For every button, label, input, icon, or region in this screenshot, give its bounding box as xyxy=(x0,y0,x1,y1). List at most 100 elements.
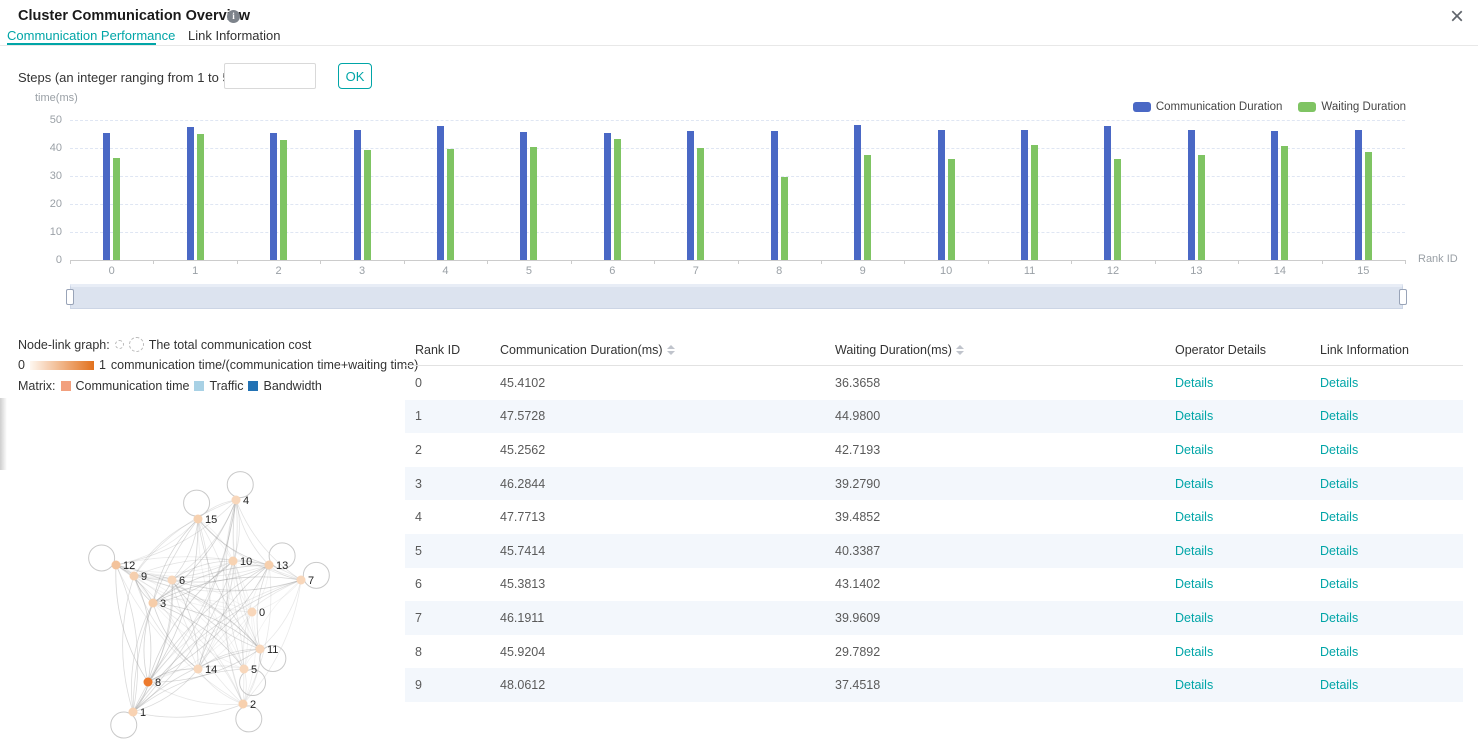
info-icon[interactable]: i xyxy=(227,10,240,23)
graph-node-3[interactable] xyxy=(149,599,158,608)
cell-rank-id: 8 xyxy=(405,645,500,659)
cell-operator-details: Details xyxy=(1175,376,1320,390)
column-header-rank-id: Rank ID xyxy=(405,343,500,357)
graph-node-0[interactable] xyxy=(248,608,257,617)
graph-node-13[interactable] xyxy=(265,561,274,570)
graph-edge xyxy=(243,565,269,669)
datazoom-handle-right[interactable] xyxy=(1399,289,1407,305)
datazoom-handle-left[interactable] xyxy=(66,289,74,305)
graph-node-1[interactable] xyxy=(129,708,138,717)
cell-link-information: Details xyxy=(1320,544,1463,558)
operator-details-link[interactable]: Details xyxy=(1175,645,1213,659)
graph-node-2[interactable] xyxy=(239,700,248,709)
x-tick-label: 1 xyxy=(175,265,215,277)
operator-details-link[interactable]: Details xyxy=(1175,611,1213,625)
matrix-label-communication-time: Communication time xyxy=(76,379,190,393)
table-row-rank-0: 045.410236.3658DetailsDetails xyxy=(405,366,1463,400)
graph-node-9[interactable] xyxy=(130,572,139,581)
bar-communication-duration-rank-11 xyxy=(1021,130,1028,260)
graph-node-15[interactable] xyxy=(194,515,203,524)
steps-input[interactable] xyxy=(224,63,316,89)
operator-details-link[interactable]: Details xyxy=(1175,678,1213,692)
operator-details-link[interactable]: Details xyxy=(1175,409,1213,423)
node-link-graph: 0123456789101112131415 xyxy=(50,452,360,740)
graph-node-6[interactable] xyxy=(168,576,177,585)
legend-item-waiting-duration[interactable]: Waiting Duration xyxy=(1298,101,1406,113)
total-communication-cost-label: The total communication cost xyxy=(149,338,312,352)
link-information-link[interactable]: Details xyxy=(1320,477,1358,491)
graph-node-12[interactable] xyxy=(112,561,121,570)
cell-communication-duration: 45.9204 xyxy=(500,645,835,659)
bar-waiting-duration-rank-13 xyxy=(1198,155,1205,260)
link-information-link[interactable]: Details xyxy=(1320,510,1358,524)
y-tick-label: 10 xyxy=(36,226,62,238)
column-header-communication-duration[interactable]: Communication Duration(ms) xyxy=(500,343,835,357)
graph-node-11[interactable] xyxy=(256,645,265,654)
bar-communication-duration-rank-7 xyxy=(687,131,694,260)
sort-icon[interactable] xyxy=(667,345,675,355)
datazoom-slider[interactable] xyxy=(70,284,1403,309)
cell-rank-id: 4 xyxy=(405,510,500,524)
operator-details-link[interactable]: Details xyxy=(1175,376,1213,390)
x-tick-mark xyxy=(1405,260,1406,264)
graph-node-label-9: 9 xyxy=(141,571,147,583)
graph-node-7[interactable] xyxy=(297,576,306,585)
sort-icon[interactable] xyxy=(956,345,964,355)
node-link-graph-legend: Node-link graph: The total communication… xyxy=(18,337,311,352)
cell-waiting-duration: 39.2790 xyxy=(835,477,1175,491)
close-icon[interactable]: × xyxy=(1450,6,1464,28)
graph-node-10[interactable] xyxy=(229,557,238,566)
link-information-link[interactable]: Details xyxy=(1320,678,1358,692)
graph-node-4[interactable] xyxy=(232,496,241,505)
x-tick-label: 0 xyxy=(92,265,132,277)
x-tick-label: 2 xyxy=(259,265,299,277)
operator-details-link[interactable]: Details xyxy=(1175,443,1213,457)
cell-waiting-duration: 42.7193 xyxy=(835,443,1175,457)
tab-link-information[interactable]: Link Information xyxy=(188,28,281,43)
cell-rank-id: 1 xyxy=(405,409,500,423)
bar-waiting-duration-rank-6 xyxy=(614,139,621,260)
legend-item-communication-duration[interactable]: Communication Duration xyxy=(1133,101,1283,113)
operator-details-link[interactable]: Details xyxy=(1175,477,1213,491)
cell-waiting-duration: 39.4852 xyxy=(835,510,1175,524)
graph-node-label-10: 10 xyxy=(240,556,252,568)
link-information-link[interactable]: Details xyxy=(1320,611,1358,625)
cell-communication-duration: 47.7713 xyxy=(500,510,835,524)
gradient-max-label: 1 xyxy=(99,358,106,372)
link-information-link[interactable]: Details xyxy=(1320,577,1358,591)
bar-communication-duration-rank-10 xyxy=(938,130,945,260)
cell-waiting-duration: 39.9609 xyxy=(835,611,1175,625)
matrix-swatch-bandwidth xyxy=(248,381,258,391)
matrix-legend: Matrix: Communication timeTrafficBandwid… xyxy=(18,379,322,393)
cell-waiting-duration: 40.3387 xyxy=(835,544,1175,558)
cell-link-information: Details xyxy=(1320,376,1463,390)
graph-node-8[interactable] xyxy=(144,678,153,687)
legend-swatch xyxy=(1298,102,1316,112)
cell-operator-details: Details xyxy=(1175,544,1320,558)
y-tick-label: 50 xyxy=(36,114,62,126)
rank-table: Rank ID Communication Duration(ms) Waiti… xyxy=(405,335,1463,702)
operator-details-link[interactable]: Details xyxy=(1175,510,1213,524)
bar-communication-duration-rank-13 xyxy=(1188,130,1195,260)
link-information-link[interactable]: Details xyxy=(1320,544,1358,558)
graph-node-14[interactable] xyxy=(194,665,203,674)
link-information-link[interactable]: Details xyxy=(1320,645,1358,659)
ok-button[interactable]: OK xyxy=(338,63,372,89)
bar-waiting-duration-rank-11 xyxy=(1031,145,1038,260)
cell-communication-duration: 47.5728 xyxy=(500,409,835,423)
column-header-waiting-duration[interactable]: Waiting Duration(ms) xyxy=(835,343,1175,357)
cell-waiting-duration: 43.1402 xyxy=(835,577,1175,591)
graph-node-label-1: 1 xyxy=(140,707,146,719)
gradient-bar xyxy=(30,361,94,370)
cell-waiting-duration: 44.9800 xyxy=(835,409,1175,423)
tab-communication-performance[interactable]: Communication Performance xyxy=(7,28,175,43)
graph-node-5[interactable] xyxy=(240,665,249,674)
cell-link-information: Details xyxy=(1320,678,1463,692)
link-information-link[interactable]: Details xyxy=(1320,443,1358,457)
graph-edge xyxy=(133,519,198,712)
operator-details-link[interactable]: Details xyxy=(1175,577,1213,591)
link-information-link[interactable]: Details xyxy=(1320,376,1358,390)
x-tick-label: 9 xyxy=(843,265,883,277)
operator-details-link[interactable]: Details xyxy=(1175,544,1213,558)
link-information-link[interactable]: Details xyxy=(1320,409,1358,423)
